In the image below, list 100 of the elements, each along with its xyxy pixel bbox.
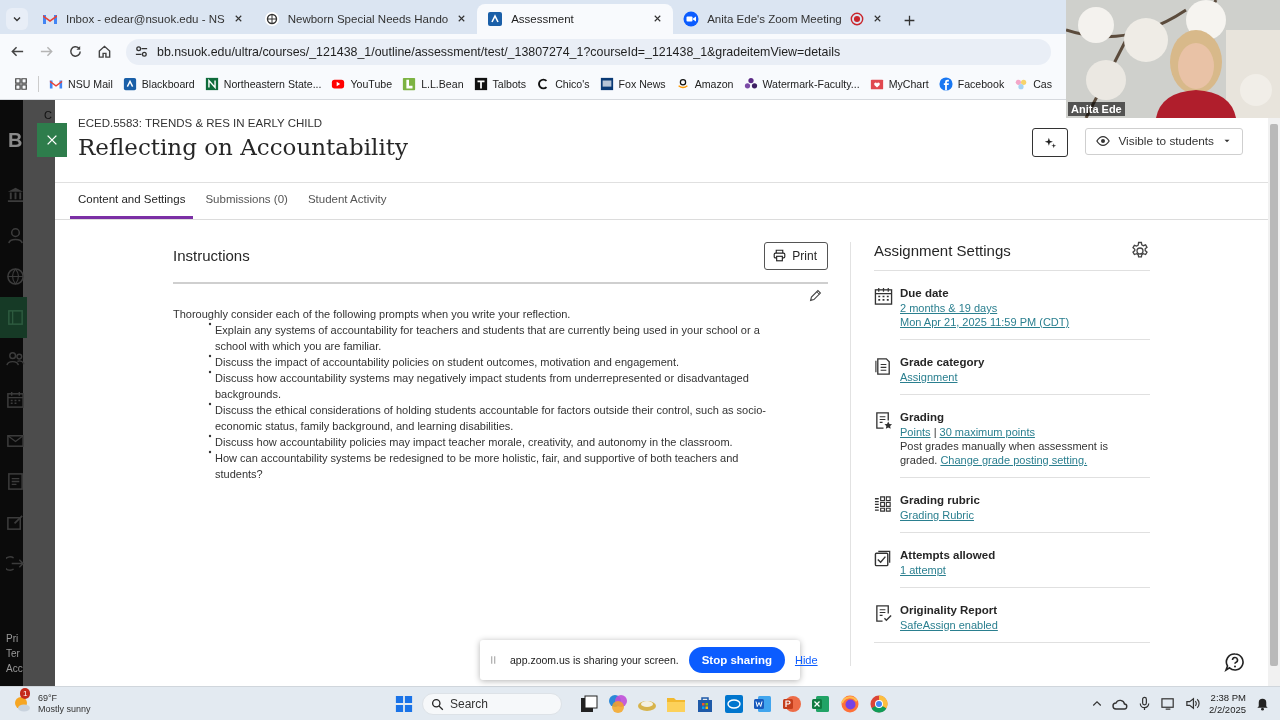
fox-globe-icon[interactable] — [840, 693, 860, 714]
setting-label: Originality Report — [900, 602, 999, 618]
pencil-icon[interactable] — [809, 288, 822, 302]
browser-tab[interactable]: Newborn Special Needs Hando — [253, 3, 478, 34]
checklist-icon — [874, 603, 893, 623]
help-icon — [1224, 652, 1244, 673]
gear-icon[interactable] — [1130, 240, 1150, 261]
content-tab[interactable]: Student Activity — [299, 182, 395, 219]
search-field[interactable]: Search — [422, 692, 562, 715]
content-tab[interactable]: Content and Settings — [70, 182, 194, 219]
document-icon[interactable] — [753, 693, 773, 714]
chevron-icon — [487, 10, 504, 27]
print-button[interactable]: Print — [764, 241, 828, 270]
oval-badge-icon[interactable] — [724, 693, 744, 714]
alert-badge: 1 — [20, 687, 31, 699]
backdrop-text: Ter — [6, 647, 20, 662]
grid-list-icon — [874, 493, 893, 513]
setting-label: Due date — [900, 285, 950, 301]
calendar-icon — [6, 389, 25, 409]
visibility-dropdown[interactable]: Visible to students — [1085, 127, 1243, 155]
monitor-icon[interactable] — [1161, 696, 1176, 711]
windows-icon[interactable] — [395, 694, 413, 713]
content-tab[interactable]: Submissions (0) — [197, 182, 296, 219]
speaker-icon[interactable] — [1185, 696, 1200, 711]
flower-icon — [1014, 77, 1029, 92]
prompt-text: Explain any systems of accountability for teachers and students that are currently being used in your school or a school with which you are familiar. — [215, 322, 761, 354]
bookmark[interactable]: Watermark-Faculty... — [743, 77, 860, 92]
bookmark[interactable]: Blackboard — [122, 77, 195, 92]
clock-date[interactable]: 2/2/2025 — [1209, 703, 1246, 716]
chevron-icon — [122, 77, 137, 92]
setting-link[interactable]: 1 attempt — [900, 563, 946, 576]
exit-icon — [6, 553, 25, 573]
setting-label: Grading — [900, 409, 946, 425]
bookmark[interactable]: NSU Mail — [49, 77, 113, 92]
bookmark[interactable]: Chico's — [536, 77, 590, 92]
boot-icon — [402, 77, 417, 92]
setting-label: Grade category — [900, 354, 986, 370]
new-tab-button[interactable] — [902, 13, 916, 27]
browser-tab[interactable]: Assessment — [477, 3, 674, 34]
bookmark[interactable]: Northeastern State... — [204, 77, 322, 92]
section-heading: Instructions — [173, 247, 250, 265]
plus-icon — [902, 13, 916, 27]
reload-button[interactable] — [68, 44, 83, 60]
close-icon — [45, 133, 59, 147]
browser-tab[interactable]: Anita Ede's Zoom Meeting — [673, 3, 893, 34]
square-icon — [473, 77, 488, 92]
setting-link[interactable]: Change grade posting setting. — [940, 453, 1088, 466]
page-title: Reflecting on Accountability — [78, 133, 409, 160]
wheel-icon[interactable] — [869, 693, 889, 714]
clock-time[interactable]: 2:38 PM — [1210, 691, 1246, 704]
document-icon — [874, 355, 893, 375]
spreadsheet-icon[interactable] — [811, 693, 831, 714]
apps-grid-icon[interactable] — [14, 77, 28, 92]
microphone-icon[interactable] — [1137, 696, 1152, 711]
stop-sharing-button[interactable]: Stop sharing — [688, 647, 785, 673]
list-icon — [6, 471, 25, 491]
prompt-text: Discuss how accountability systems may negatively impact students from underrepresented or disadvantaged backgrounds. — [215, 370, 750, 402]
swirl-icon[interactable] — [608, 693, 628, 714]
course-name: ECED.5583: TRENDS & RES IN EARLY CHILD — [78, 116, 324, 129]
setting-label: Grading rubric — [900, 492, 981, 508]
setting-link[interactable]: Mon Apr 21, 2025 11:59 PM (CDT) — [900, 315, 1070, 328]
book-icon — [6, 307, 25, 327]
setting-link[interactable]: 30 maximum points — [939, 425, 1035, 438]
bookmark[interactable]: Amazon — [675, 77, 734, 92]
bookmark[interactable]: Cas — [1014, 77, 1053, 92]
setting-link[interactable]: Grading Rubric — [900, 508, 974, 521]
intro-text: Thoroughly consider each of the following prompts when you write your reflection. — [173, 306, 572, 322]
address-field[interactable]: bb.nsuok.edu/ultra/courses/_121438_1/outline/assessment/test/_13807274_1?courseId=_121438_1&gradeitemView=details — [126, 38, 1051, 65]
bell-icon[interactable] — [1255, 696, 1270, 711]
bookmark[interactable]: Talbots — [473, 77, 527, 92]
help-button[interactable] — [1224, 652, 1244, 673]
task-view-icon[interactable] — [579, 693, 599, 714]
bookmark[interactable]: YouTube — [331, 77, 393, 92]
setting-text: Points | 30 maximum points — [900, 424, 1036, 439]
hide-link[interactable]: Hide — [794, 654, 818, 666]
temperature-text: 69°F — [38, 692, 59, 704]
tab-list-button[interactable] — [6, 7, 28, 30]
setting-link[interactable]: Points — [900, 425, 931, 438]
weather-text: Mostly sunny — [38, 703, 91, 715]
scrollbar-thumb[interactable] — [1270, 123, 1278, 667]
eye-icon — [1096, 134, 1111, 149]
bookmark[interactable]: Fox News — [599, 77, 666, 92]
setting-link[interactable]: SafeAssign enabled — [900, 618, 998, 631]
bookmark[interactable]: MyChart — [869, 77, 929, 92]
person-icon — [6, 225, 25, 245]
home-button[interactable] — [97, 44, 112, 60]
slides-icon[interactable] — [782, 693, 802, 714]
backdrop-text: C — [44, 108, 52, 121]
setting-link[interactable]: 2 months & 19 days — [900, 301, 998, 314]
calendar-icon — [874, 286, 893, 306]
bookmark[interactable]: L.L.Bean — [402, 77, 464, 92]
circle-icon — [938, 77, 953, 92]
bookmark[interactable]: Facebook — [938, 77, 1005, 92]
tv-icon — [599, 77, 614, 92]
star-document-icon — [874, 410, 893, 430]
tune-icon[interactable] — [134, 44, 149, 60]
sparkle-button[interactable] — [1032, 127, 1069, 157]
setting-link[interactable]: Assignment — [900, 370, 958, 383]
heart-folder-icon — [869, 77, 884, 92]
browser-tab[interactable]: Inbox - edear@nsuok.edu - NS — [32, 3, 254, 34]
